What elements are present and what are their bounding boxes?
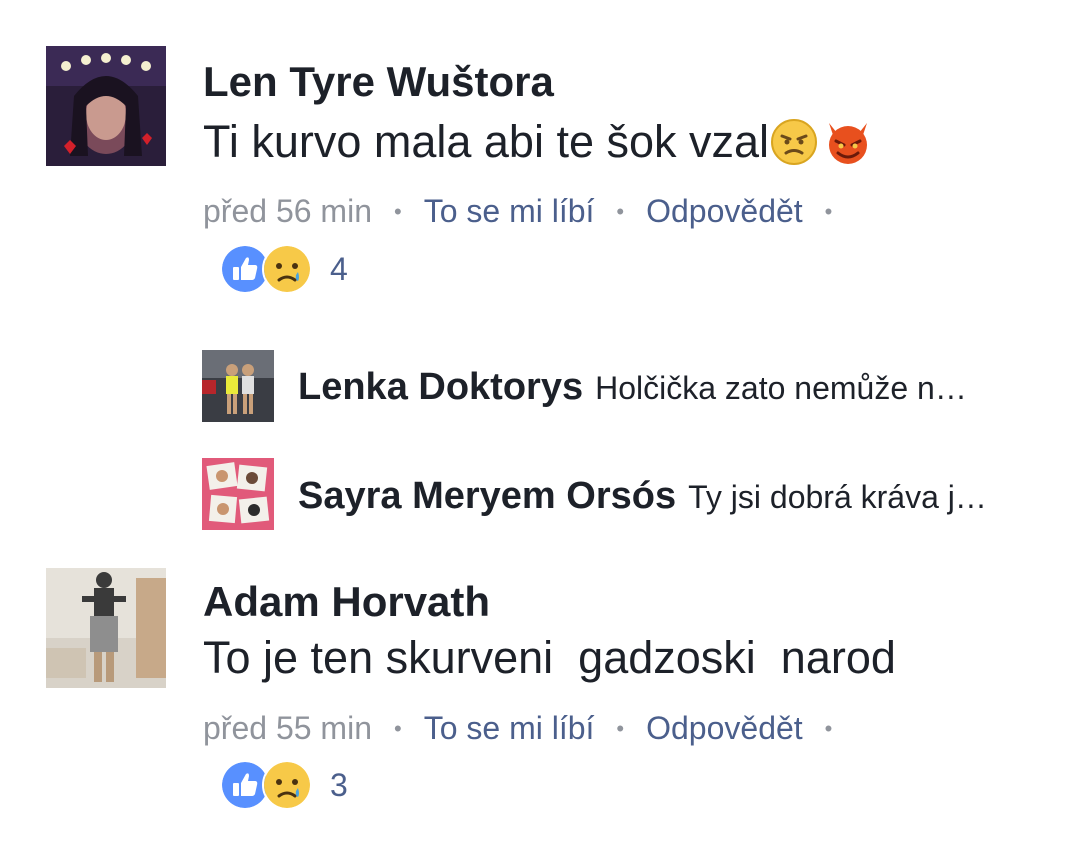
avatar[interactable] [202,350,274,422]
timestamp: před 56 min [203,193,372,229]
timestamp: před 55 min [203,710,372,746]
reactions-summary[interactable]: 3 [220,760,348,810]
avatar[interactable] [202,458,274,530]
reply-line: Sayra Meryem Orsós Ty jsi dobrá kráva j… [298,475,987,518]
separator: • [393,715,402,741]
like-link[interactable]: To se mi líbí [424,193,595,230]
reaction-count: 4 [330,250,348,287]
reaction-count: 3 [330,766,348,803]
reply-author[interactable]: Sayra Meryem Orsós [298,475,676,518]
reply-author[interactable]: Lenka Doktorys [298,366,583,409]
separator: • [393,198,402,224]
reply-line: Lenka Doktorys Holčička zato nemůže n… [298,366,967,409]
separator: • [616,715,625,741]
reply-link[interactable]: Odpovědět [646,193,803,230]
comment-text: Ti kurvo mala abi te šok vzal [203,116,873,168]
like-link[interactable]: To se mi líbí [424,710,595,747]
reply-preview: Ty jsi dobrá kráva j… [688,479,987,515]
reactions-summary[interactable]: 4 [220,244,348,294]
comment-author[interactable]: Len Tyre Wuštora [203,58,554,106]
separator: • [616,198,625,224]
comment-text: To je ten skurveni gadzoski narod [203,632,896,683]
avatar[interactable] [46,46,166,166]
angry-face-icon [771,119,818,165]
sad-icon [262,244,312,294]
separator: • [824,715,833,741]
reply-preview: Holčička zato nemůže n… [595,370,967,406]
devil-face-icon [829,123,868,164]
avatar[interactable] [46,568,166,688]
reply-link[interactable]: Odpovědět [646,710,803,747]
sad-icon [262,760,312,810]
comment-meta: před 56 min • To se mi líbí • Odpovědět … [203,193,854,230]
comment-meta: před 55 min • To se mi líbí • Odpovědět … [203,710,854,747]
separator: • [824,198,833,224]
comment-author[interactable]: Adam Horvath [203,578,490,626]
